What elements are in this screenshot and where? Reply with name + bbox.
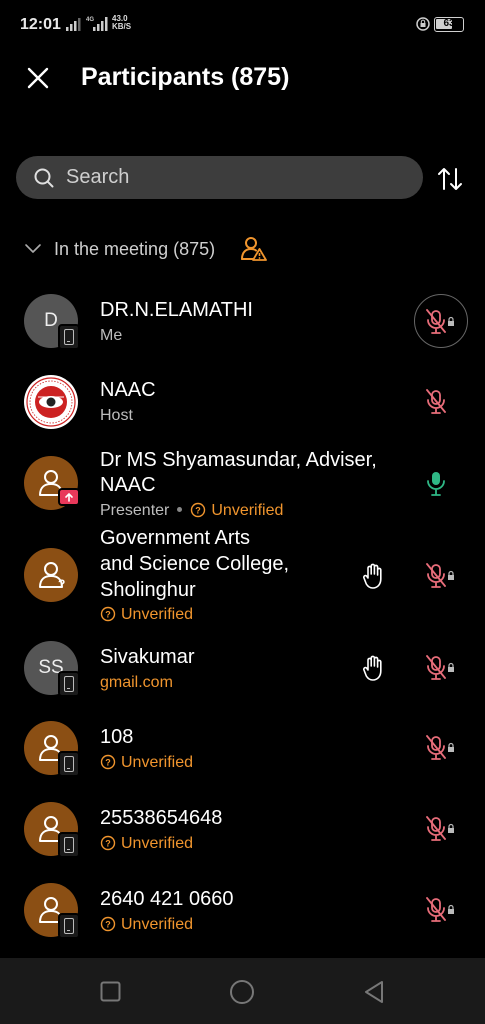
mobile-data-signal-icon: 4G	[86, 17, 108, 31]
question-circle-icon: ?	[191, 502, 206, 518]
participant-name-line3: Sholinghur	[100, 579, 196, 601]
naac-logo-avatar	[24, 375, 78, 429]
close-icon[interactable]	[22, 62, 54, 94]
status-time: 12:01	[20, 16, 61, 33]
phone-badge-icon	[58, 913, 80, 939]
mic-off-locked-icon[interactable]	[426, 735, 456, 761]
question-circle-icon: ?	[100, 835, 116, 851]
network-speed: 43.0 KB/S	[112, 15, 131, 31]
svg-text:?: ?	[105, 839, 111, 849]
participant-subtitle: Me	[100, 327, 123, 344]
participant-row[interactable]: ? Government Arts and Science College, S…	[0, 524, 485, 628]
participant-name: 108	[100, 726, 134, 748]
unverified-status: ? Unverified	[100, 833, 193, 855]
question-circle-icon: ?	[100, 754, 116, 770]
raised-hand-icon	[363, 655, 382, 681]
participant-row[interactable]: NAAC Host	[0, 370, 485, 434]
unknown-user-mark: ?	[58, 577, 66, 591]
status-text: Unverified	[121, 835, 194, 852]
mic-off-locked-icon[interactable]	[426, 816, 456, 842]
search-input[interactable]	[66, 156, 406, 199]
section-label: In the meeting (875)	[54, 239, 216, 259]
participant-name: NAAC	[100, 379, 156, 401]
mic-off-locked-icon	[426, 309, 454, 334]
question-circle-icon: ?	[100, 916, 116, 932]
search-icon	[34, 168, 54, 188]
participant-name: 25538654648	[100, 807, 223, 829]
battery-icon: 63	[434, 17, 464, 32]
phone-badge-icon	[58, 671, 80, 697]
svg-text:?: ?	[105, 610, 111, 620]
participant-name: 2640 421 0660	[100, 888, 234, 910]
participant-name: Sivakumar	[100, 646, 195, 668]
participant-role-line: Presenter? Unverified	[100, 500, 283, 522]
participant-row[interactable]: 2640 421 0660 ? Unverified	[0, 878, 485, 942]
participant-name-line2: and Science College,	[100, 553, 290, 575]
unverified-status: ? Unverified	[100, 604, 193, 626]
status-text: Unverified	[121, 754, 194, 771]
svg-text:?: ?	[105, 920, 111, 930]
participant-row[interactable]: SS Sivakumar gmail.com	[0, 636, 485, 700]
status-text: Unverified	[211, 502, 284, 519]
svg-text:?: ?	[196, 506, 202, 516]
participant-role: Host	[100, 407, 133, 424]
naac-logo	[26, 377, 76, 427]
participant-row[interactable]: 108 ? Unverified	[0, 716, 485, 780]
user-warning-icon[interactable]	[240, 235, 268, 263]
unverified-status: ? Unverified	[100, 914, 193, 936]
participant-row[interactable]: D DR.N.ELAMATHI Me	[0, 290, 485, 354]
svg-text:?: ?	[105, 758, 111, 768]
screen-share-badge-icon	[58, 488, 80, 506]
participant-row[interactable]: Dr MS Shyamasundar, Adviser, NAAC Presen…	[0, 446, 485, 522]
header: Participants (875)	[0, 52, 485, 104]
search-bar[interactable]	[16, 156, 423, 199]
participant-name-line2: NAAC	[100, 474, 156, 496]
mic-off-icon[interactable]	[426, 389, 456, 415]
chevron-down-icon	[25, 244, 41, 253]
home-icon[interactable]	[229, 979, 255, 1005]
question-circle-icon: ?	[100, 606, 116, 622]
participant-row[interactable]: 25538654648 ? Unverified	[0, 797, 485, 861]
mic-off-locked-icon[interactable]	[426, 563, 456, 589]
signal-icon	[66, 18, 81, 31]
mic-off-locked-icon[interactable]	[426, 897, 456, 923]
phone-badge-icon	[58, 324, 80, 350]
sort-icon[interactable]	[436, 165, 464, 193]
mic-off-locked-icon[interactable]	[426, 655, 456, 681]
participant-name-line1: Dr MS Shyamasundar, Adviser,	[100, 449, 377, 471]
avatar: ?	[24, 548, 78, 602]
participant-role: Presenter	[100, 502, 170, 519]
status-bar: 12:01 4G 43.0 KB/S 63	[0, 0, 485, 50]
status-text: Unverified	[121, 606, 194, 623]
network-type-label: 4G	[86, 17, 94, 23]
phone-badge-icon	[58, 751, 80, 777]
rotation-lock-icon	[416, 17, 430, 31]
in-meeting-section-header[interactable]: In the meeting (875)	[0, 232, 485, 266]
system-nav-bar	[0, 958, 485, 1024]
back-icon[interactable]	[362, 979, 386, 1005]
mic-on-icon[interactable]	[426, 470, 456, 498]
phone-badge-icon	[58, 832, 80, 858]
participant-subtitle: gmail.com	[100, 674, 173, 691]
unverified-status: ? Unverified	[190, 502, 283, 519]
page-title: Participants (875)	[81, 63, 290, 91]
raised-hand-icon	[363, 563, 382, 589]
participant-name-line1: Government Arts	[100, 527, 251, 549]
unverified-status: ? Unverified	[100, 752, 193, 774]
status-text: Unverified	[121, 916, 194, 933]
separator-dot	[177, 507, 183, 512]
participant-name: DR.N.ELAMATHI	[100, 299, 253, 321]
recent-apps-icon[interactable]	[100, 981, 121, 1002]
battery-level: 63	[443, 18, 455, 29]
network-speed-unit: KB/S	[112, 22, 132, 31]
